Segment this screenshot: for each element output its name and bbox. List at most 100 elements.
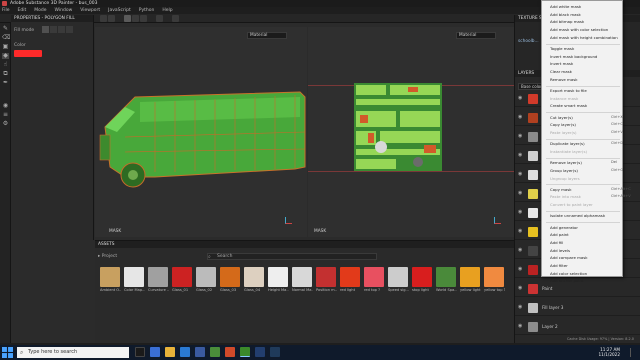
notification-icon[interactable] <box>630 348 637 357</box>
taskbar-clock[interactable]: 11:27 AM 11/1/2022 <box>599 347 620 357</box>
asset-item[interactable]: Glass_03 <box>220 267 242 292</box>
eraser-icon[interactable]: ⌫ <box>2 35 10 41</box>
context-menu-item[interactable]: Add compare mask <box>550 255 588 260</box>
color-swatch[interactable] <box>14 50 42 57</box>
visibility-eye-icon[interactable]: ◉ <box>518 286 524 291</box>
assets-search-input[interactable]: Search <box>207 253 377 260</box>
context-menu-item[interactable]: Add black mask <box>550 12 581 17</box>
visibility-eye-icon[interactable]: ◉ <box>518 324 524 329</box>
visibility-eye-icon[interactable]: ◉ <box>518 305 524 310</box>
context-menu-item[interactable]: Remove layer(s) <box>550 160 582 165</box>
polygon-fill-tool-button[interactable] <box>124 15 131 22</box>
clone-icon[interactable]: ⧉ <box>2 71 9 77</box>
visibility-eye-icon[interactable]: ◉ <box>518 267 524 272</box>
menu-window[interactable]: Window <box>55 8 73 13</box>
app-icon-red[interactable] <box>225 347 235 357</box>
visibility-eye-icon[interactable]: ◉ <box>518 134 524 139</box>
context-menu-item[interactable]: Add fill <box>550 240 563 245</box>
settings-icon[interactable]: ⚙ <box>2 121 9 127</box>
windows-start-icon[interactable] <box>2 347 13 358</box>
photoshop-taskbar-icon[interactable] <box>255 347 265 357</box>
viewport-2d[interactable]: Material MASK <box>308 27 514 237</box>
edge-browser-icon[interactable] <box>150 347 160 357</box>
asset-item[interactable]: Normal Ma... <box>292 267 314 292</box>
polygon-fill-icon[interactable]: ◆ <box>2 53 9 59</box>
substance-painter-taskbar-icon[interactable] <box>240 347 250 357</box>
picker-icon[interactable]: ✒ <box>2 80 9 86</box>
context-menu-item[interactable]: Add filter <box>550 263 568 268</box>
visibility-eye-icon[interactable]: ◉ <box>518 191 524 196</box>
asset-item[interactable]: yellow top ? <box>484 267 506 292</box>
context-menu-item[interactable]: Invert mask background <box>550 54 597 59</box>
fill-mode-quad-button[interactable] <box>50 26 57 33</box>
visibility-eye-icon[interactable]: ◉ <box>518 172 524 177</box>
context-menu-item[interactable]: Export mask to file <box>550 88 587 93</box>
context-menu-item[interactable]: Add white mask <box>550 4 581 9</box>
asset-item[interactable]: Glass_04 <box>244 267 266 292</box>
context-menu-item[interactable]: Copy layer(s) <box>550 122 576 127</box>
photoshop-second-icon[interactable] <box>270 347 280 357</box>
asset-item[interactable]: stop light <box>412 267 434 292</box>
context-menu-item[interactable]: Isolate unnamed alphamask <box>550 213 605 218</box>
context-menu-item[interactable]: Duplicate layer(s) <box>550 141 585 146</box>
context-menu-item[interactable]: Invert mask <box>550 61 573 66</box>
context-menu-item[interactable]: Copy mask <box>550 187 572 192</box>
menu-file[interactable]: File <box>2 8 10 13</box>
menu-javascript[interactable]: JavaScript <box>108 8 131 13</box>
task-view-icon[interactable] <box>135 347 145 357</box>
fill-mode-uv-button[interactable] <box>66 26 73 33</box>
visibility-eye-icon[interactable]: ◉ <box>518 210 524 215</box>
context-menu-item[interactable]: Add mask with color selection <box>550 27 608 32</box>
picker-tool-button[interactable] <box>172 15 179 22</box>
file-explorer-icon[interactable] <box>165 347 175 357</box>
asset-item[interactable]: Curvature ... <box>148 267 170 292</box>
brush-icon[interactable]: ✎ <box>2 26 9 32</box>
projection-tool-button[interactable] <box>132 15 139 22</box>
visibility-eye-icon[interactable]: ◉ <box>518 248 524 253</box>
paint-tool-button[interactable] <box>100 15 107 22</box>
context-menu-item[interactable]: Clear mask <box>550 69 572 74</box>
asset-item[interactable]: yellow light <box>460 267 482 292</box>
context-menu-item[interactable]: Create smart mask <box>550 103 587 108</box>
asset-item[interactable]: Ambient O... <box>100 267 122 292</box>
context-menu-item[interactable]: Add generator <box>550 225 578 230</box>
menu-help[interactable]: Help <box>162 8 172 13</box>
fill-mode-triangle-button[interactable] <box>42 26 49 33</box>
asset-item[interactable]: Glass_02 <box>196 267 218 292</box>
viewport-3d[interactable]: Material MASK <box>95 27 307 237</box>
visibility-eye-icon[interactable]: ◉ <box>518 96 524 101</box>
visibility-eye-icon[interactable]: ◉ <box>518 229 524 234</box>
context-menu-item[interactable]: Toggle mask <box>550 46 574 51</box>
fill-mode-object-button[interactable] <box>58 26 65 33</box>
layer-row[interactable]: ◉ Paint <box>515 282 640 297</box>
context-menu-item[interactable]: Add bitmap mask <box>550 19 584 24</box>
erase-tool-button[interactable] <box>108 15 115 22</box>
menu-viewport[interactable]: Viewport <box>80 8 100 13</box>
mail-icon[interactable] <box>195 347 205 357</box>
context-menu-item[interactable]: Group layer(s) <box>550 168 578 173</box>
context-menu-item[interactable]: Add paint <box>550 232 569 237</box>
asset-item[interactable]: red top ? <box>364 267 386 292</box>
taskbar-search-input[interactable]: Type here to search <box>17 347 129 358</box>
visibility-eye-icon[interactable]: ◉ <box>518 153 524 158</box>
asset-item[interactable]: World Spa... <box>436 267 458 292</box>
layer-row[interactable]: ◉ Layer 2 <box>515 320 640 335</box>
smudge-tool-button[interactable] <box>156 15 163 22</box>
smudge-icon[interactable]: ☝ <box>2 62 9 68</box>
context-menu-item[interactable]: Add mask with height combination <box>550 35 618 40</box>
visibility-eye-icon[interactable]: ◉ <box>518 115 524 120</box>
menu-edit[interactable]: Edit <box>18 8 27 13</box>
assets-project-filter[interactable]: ▸ Project <box>98 254 117 259</box>
context-menu-item[interactable]: Cut layer(s) <box>550 115 573 120</box>
menu-python[interactable]: Python <box>139 8 155 13</box>
texture-set-item[interactable]: schoolb... <box>518 39 539 44</box>
menu-mode[interactable]: Mode <box>34 8 46 13</box>
asset-item[interactable]: Glass_01 <box>172 267 194 292</box>
context-menu-item[interactable]: Add anchor point <box>550 278 583 283</box>
asset-item[interactable]: Speed sig... <box>388 267 410 292</box>
clone-tool-button[interactable] <box>140 15 147 22</box>
app-icon-green[interactable] <box>210 347 220 357</box>
camera-icon[interactable]: ◉ <box>2 103 9 109</box>
context-menu-item[interactable]: Add levels <box>550 248 570 253</box>
asset-item[interactable]: Position m... <box>316 267 338 292</box>
